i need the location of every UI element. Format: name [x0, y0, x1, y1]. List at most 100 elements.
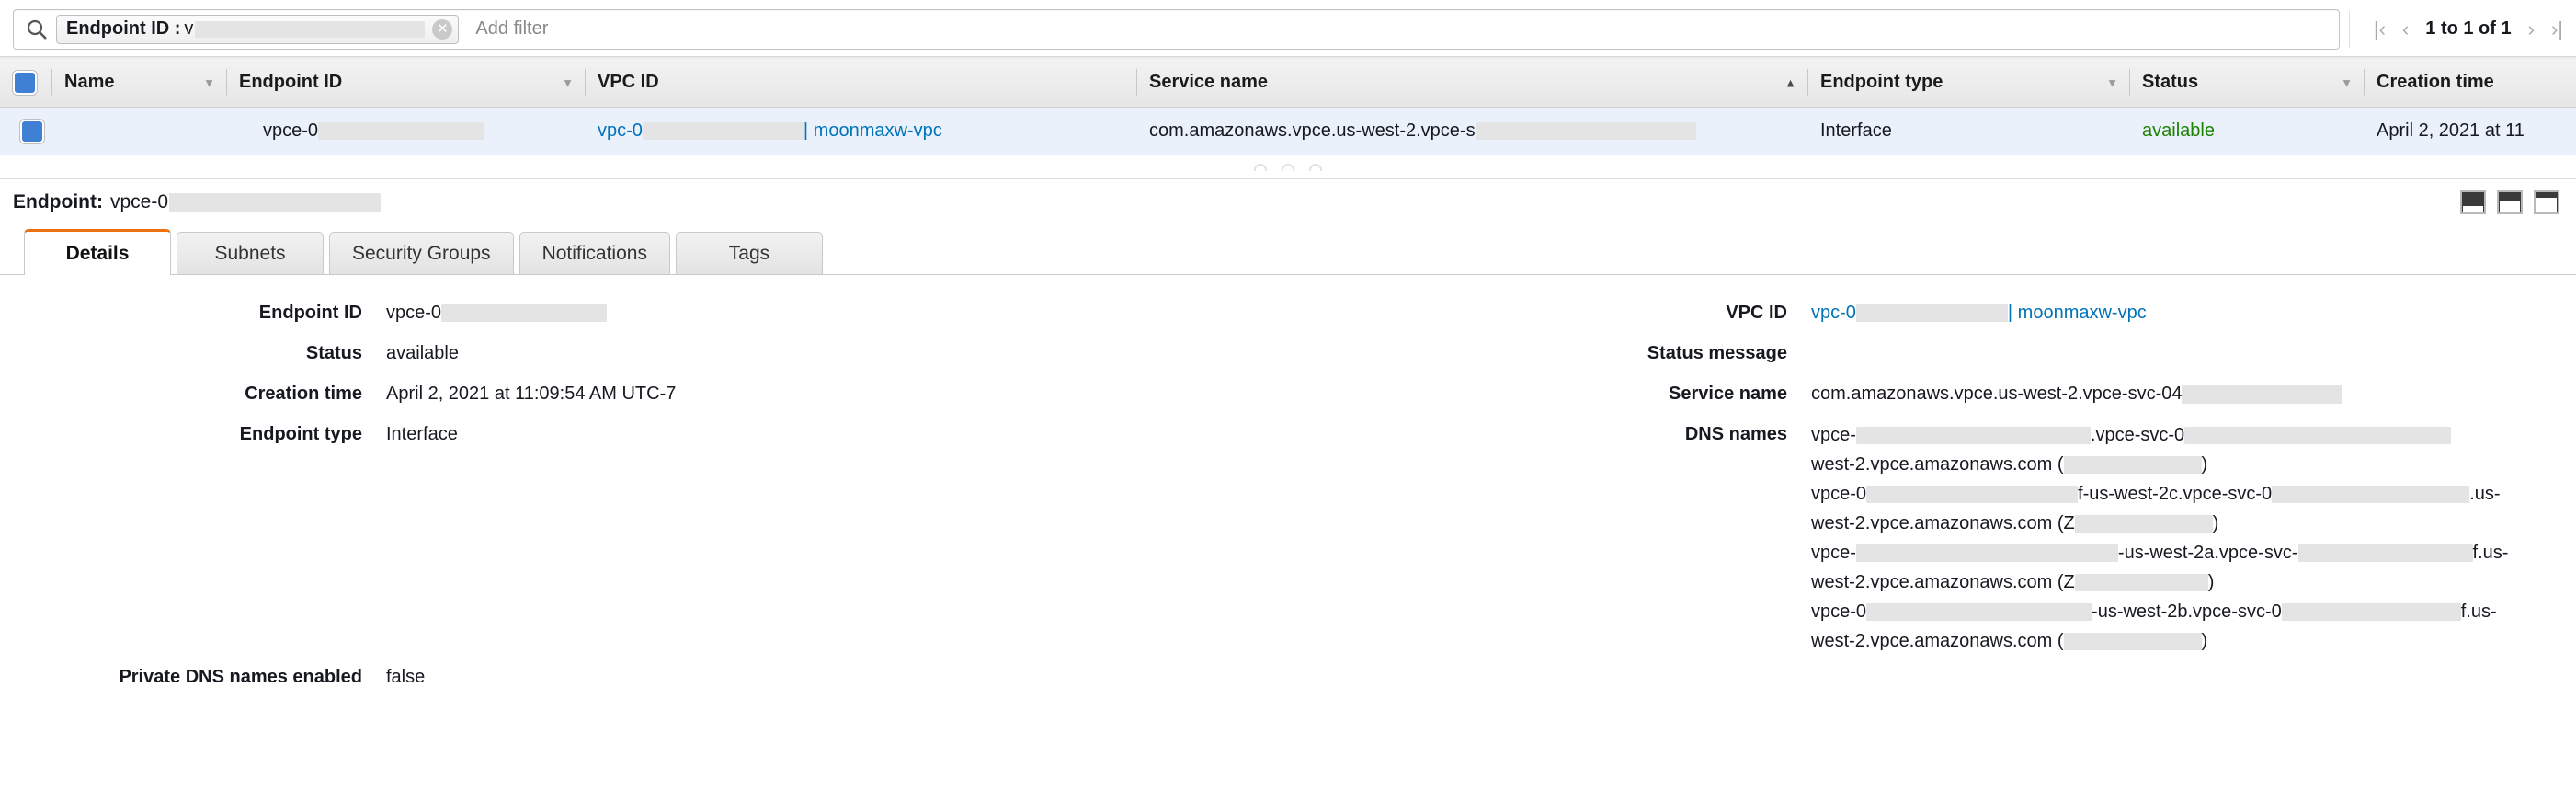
dns-text: west-2.vpce.amazonaws.com (Z	[1811, 513, 2075, 533]
field-label: Private DNS names enabled	[0, 663, 386, 691]
redacted-block	[2282, 603, 2461, 621]
field-value: vpce-.vpce-svc-0 west-2.vpce.amazonaws.c…	[1811, 420, 2508, 656]
row-checkbox-cell[interactable]	[0, 108, 51, 155]
details-right-column: VPC ID vpc-0| moonmaxw-vpc Status messag…	[1434, 299, 2576, 691]
filter-chip-clear-icon[interactable]: ✕	[432, 19, 452, 40]
dns-line: vpce--us-west-2a.vpce-svc-f.us-	[1811, 538, 2508, 567]
dns-text: f-us-west-2c.vpce-svc-0	[2078, 484, 2272, 504]
dns-text: )	[2213, 513, 2219, 533]
redacted-block	[441, 304, 607, 322]
sort-indicator-icon[interactable]: ▼	[203, 75, 215, 89]
table-header-row: Name▼ Endpoint ID▼ VPC ID Service name▲ …	[0, 58, 2576, 108]
field-label: VPC ID	[1434, 299, 1811, 327]
select-all-checkbox-cell[interactable]	[0, 58, 51, 108]
search-input[interactable]: Endpoint ID : v ✕ Add filter	[13, 9, 2340, 50]
dns-text: -us-west-2b.vpce-svc-0	[2092, 602, 2282, 622]
dns-line: vpce-.vpce-svc-0	[1811, 420, 2508, 450]
detail-tabs: Details Subnets Security Groups Notifica…	[0, 223, 2576, 275]
cell-service-name-text: com.amazonaws.vpce.us-west-2.vpce-s	[1149, 120, 1476, 141]
pagination-prev-button[interactable]: ‹	[2402, 17, 2409, 41]
field-label: Status	[0, 339, 386, 367]
field-label: Creation time	[0, 380, 386, 407]
dns-text: west-2.vpce.amazonaws.com (	[1811, 454, 2064, 475]
pagination-last-button[interactable]: ›|	[2551, 17, 2563, 41]
grip-dot-icon	[1309, 164, 1322, 171]
cell-service-name: com.amazonaws.vpce.us-west-2.vpce-s	[1136, 108, 1807, 155]
cell-creation-time: April 2, 2021 at 11	[2364, 108, 2576, 155]
dns-text: -us-west-2a.vpce-svc-	[2118, 543, 2298, 563]
column-header-service-name[interactable]: Service name▲	[1136, 58, 1807, 108]
vpc-id-link[interactable]: vpc-0	[1811, 303, 1856, 323]
pagination: |‹ ‹ 1 to 1 of 1 › ›|	[2349, 11, 2563, 48]
tab-security-groups[interactable]: Security Groups	[329, 232, 514, 274]
row-checkbox[interactable]	[20, 120, 44, 143]
pagination-next-button[interactable]: ›	[2528, 17, 2535, 41]
details-tab-content: Endpoint ID vpce-0 Status available Crea…	[0, 275, 2576, 691]
tab-notifications[interactable]: Notifications	[519, 232, 670, 274]
panel-resize-handle[interactable]	[0, 155, 2576, 179]
cell-endpoint-type: Interface	[1807, 108, 2129, 155]
redacted-block	[169, 193, 381, 212]
tab-tags[interactable]: Tags	[676, 232, 823, 274]
cell-vpc-id: vpc-0| moonmaxw-vpc	[585, 108, 1136, 155]
vpc-name-link[interactable]: | moonmaxw-vpc	[2008, 303, 2147, 323]
redacted-block	[1856, 427, 2091, 444]
field-value: com.amazonaws.vpce.us-west-2.vpce-svc-04	[1811, 380, 2342, 407]
dns-text: )	[2202, 631, 2208, 651]
redacted-block	[318, 122, 484, 140]
pagination-range-text: 1 to 1 of 1	[2425, 18, 2511, 40]
pagination-first-button[interactable]: |‹	[2374, 17, 2386, 41]
redacted-block	[2272, 486, 2469, 503]
column-header-label: Name	[64, 72, 114, 92]
column-header-endpoint-type[interactable]: Endpoint type ▼	[1807, 58, 2129, 108]
dns-text: vpce-0	[1811, 484, 1866, 504]
column-header-vpc-id[interactable]: VPC ID	[585, 58, 1136, 108]
redacted-block	[1476, 122, 1696, 140]
cell-vpc-name-link[interactable]: moonmaxw-vpc	[814, 120, 942, 141]
panel-size-small-icon[interactable]	[2460, 190, 2486, 214]
filter-toolbar: Endpoint ID : v ✕ Add filter |‹ ‹ 1 to 1…	[0, 0, 2576, 57]
dns-text: .us-	[2469, 484, 2500, 504]
field-endpoint-type: Endpoint type Interface	[0, 420, 1434, 448]
dns-text: f.us-	[2461, 602, 2497, 622]
sort-indicator-icon[interactable]: ▼	[2341, 75, 2353, 89]
table-row[interactable]: vpce-0 vpc-0| moonmaxw-vpc com.amazonaws…	[0, 108, 2576, 155]
column-header-label: Endpoint type	[1820, 72, 1943, 92]
field-value: false	[386, 663, 425, 691]
field-value-text: com.amazonaws.vpce.us-west-2.vpce-svc-04	[1811, 384, 2182, 404]
field-value: vpce-0	[386, 299, 607, 327]
redacted-block	[1866, 486, 2078, 503]
select-all-checkbox[interactable]	[13, 71, 37, 95]
column-header-endpoint-id[interactable]: Endpoint ID▼	[226, 58, 585, 108]
panel-size-medium-icon[interactable]	[2497, 190, 2523, 214]
tab-details[interactable]: Details	[24, 229, 171, 275]
dns-line: west-2.vpce.amazonaws.com (Z)	[1811, 509, 2508, 538]
redacted-block	[2298, 544, 2473, 562]
field-label: Endpoint ID	[0, 299, 386, 327]
column-divider	[2129, 69, 2130, 96]
sort-indicator-asc-icon[interactable]: ▲	[1784, 75, 1796, 89]
filter-chip-endpoint-id[interactable]: Endpoint ID : v ✕	[56, 15, 459, 44]
filter-chip-value: v	[184, 18, 193, 40]
field-label: Service name	[1434, 380, 1811, 407]
field-service-name: Service name com.amazonaws.vpce.us-west-…	[1434, 380, 2576, 407]
sort-indicator-icon[interactable]: ▼	[2106, 75, 2118, 89]
filter-chip-label: Endpoint ID :	[66, 18, 180, 40]
redacted-block	[643, 122, 804, 140]
dns-text: )	[2208, 572, 2215, 592]
column-header-status[interactable]: Status▼	[2129, 58, 2364, 108]
cell-vpc-id-link[interactable]: vpc-0	[598, 120, 643, 141]
column-divider	[585, 69, 586, 96]
column-header-creation-time[interactable]: Creation time	[2364, 58, 2576, 108]
field-label: Endpoint type	[0, 420, 386, 448]
sort-indicator-icon[interactable]: ▼	[562, 75, 574, 89]
column-header-name[interactable]: Name ▼	[51, 58, 226, 108]
tab-subnets[interactable]: Subnets	[177, 232, 324, 274]
detail-panel-title-label: Endpoint:	[13, 191, 103, 213]
dns-text: vpce-	[1811, 425, 1856, 445]
details-left-column: Endpoint ID vpce-0 Status available Crea…	[0, 299, 1434, 691]
redacted-block	[1866, 603, 2092, 621]
panel-size-large-icon[interactable]	[2534, 190, 2559, 214]
cell-status: available	[2129, 108, 2364, 155]
add-filter-placeholder[interactable]: Add filter	[475, 18, 548, 40]
